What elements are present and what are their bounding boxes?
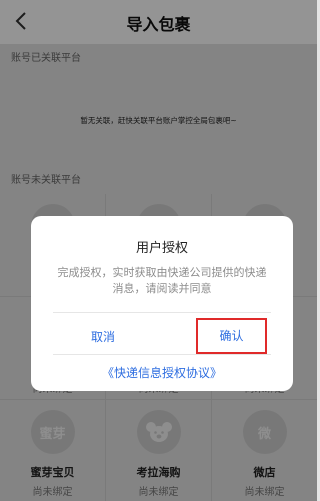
agreement-link[interactable]: 《快递信息授权协议》: [31, 364, 293, 381]
cancel-button[interactable]: 取消: [71, 325, 135, 349]
authorization-dialog: 用户授权 完成授权，实时获取由快递公司提供的快递消息，请阅读并同意 取消 确认 …: [31, 216, 293, 391]
dialog-divider: [53, 354, 271, 355]
dialog-title: 用户授权: [135, 241, 188, 256]
confirm-button[interactable]: 确认: [196, 318, 267, 354]
dialog-message: 完成授权，实时获取由快递公司提供的快递消息，请阅读并同意: [57, 266, 267, 295]
dialog-divider: [53, 312, 271, 313]
